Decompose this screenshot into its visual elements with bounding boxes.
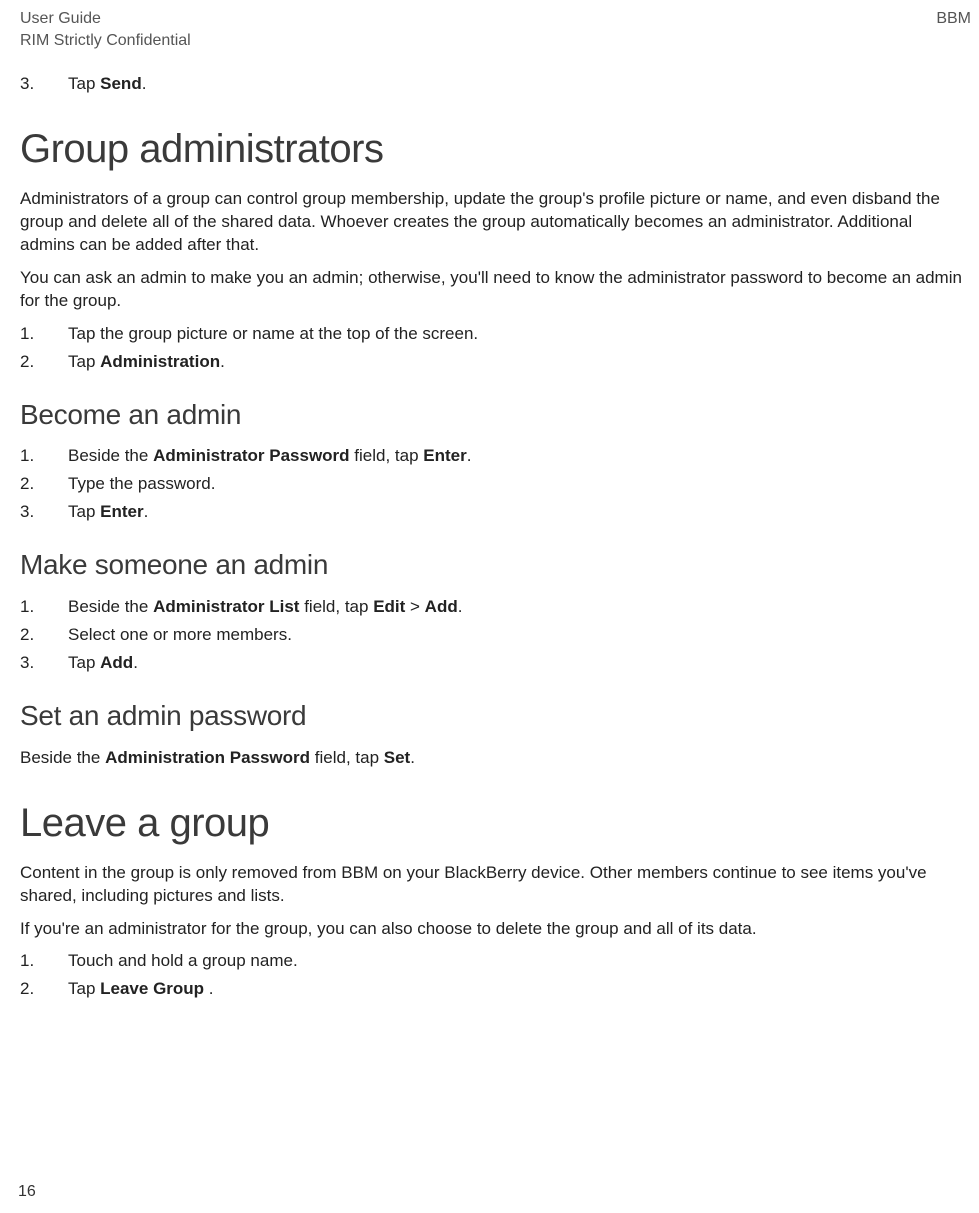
step-bold: Enter [100, 502, 143, 521]
step-bold-2: Edit [373, 597, 405, 616]
step-number: 1. [20, 445, 46, 468]
header-guide: User Guide [20, 8, 191, 30]
section2-step-1: 1. Beside the Administrator Password fie… [20, 445, 971, 468]
page-number: 16 [18, 1181, 36, 1203]
para-suffix: . [410, 748, 415, 767]
step-text-prefix: Tap [68, 979, 100, 998]
step-text-prefix: Tap [68, 74, 100, 93]
step-number: 2. [20, 624, 46, 647]
section5-para2: If you're an administrator for the group… [20, 918, 971, 941]
step-text-suffix: . [142, 74, 147, 93]
section-title-become-admin: Become an admin [20, 396, 971, 434]
para-bold-2: Set [384, 748, 410, 767]
step-text-mid1: field, tap [299, 597, 373, 616]
section5-para1: Content in the group is only removed fro… [20, 862, 971, 908]
step-bold-1: Administrator Password [153, 446, 350, 465]
section3-step-1: 1. Beside the Administrator List field, … [20, 596, 971, 619]
section-title-make-admin: Make someone an admin [20, 546, 971, 584]
step-text-suffix: . [458, 597, 463, 616]
step-number: 3. [20, 73, 46, 96]
section3-step-3: 3. Tap Add. [20, 652, 971, 675]
step-text-prefix: Tap [68, 352, 100, 371]
section1-para2: You can ask an admin to make you an admi… [20, 267, 971, 313]
step-number: 1. [20, 950, 46, 973]
section3-step-2: 2. Select one or more members. [20, 624, 971, 647]
step-text: Type the password. [68, 474, 215, 493]
section3-steps: 1. Beside the Administrator List field, … [20, 596, 971, 675]
para-bold-1: Administration Password [105, 748, 310, 767]
step-number: 3. [20, 501, 46, 524]
step-text: Select one or more members. [68, 625, 292, 644]
section-title-leave-group: Leave a group [20, 796, 971, 850]
section-title-group-administrators: Group administrators [20, 122, 971, 176]
section4-para: Beside the Administration Password field… [20, 747, 971, 770]
step-number: 1. [20, 323, 46, 346]
section2-step-3: 3. Tap Enter. [20, 501, 971, 524]
section-title-set-password: Set an admin password [20, 697, 971, 735]
para-prefix: Beside the [20, 748, 105, 767]
step-text-suffix: . [133, 653, 138, 672]
section5-steps: 1. Touch and hold a group name. 2. Tap L… [20, 950, 971, 1001]
section5-step-1: 1. Touch and hold a group name. [20, 950, 971, 973]
section1-para1: Administrators of a group can control gr… [20, 188, 971, 257]
step-text: Touch and hold a group name. [68, 951, 298, 970]
step-text-mid: field, tap [350, 446, 424, 465]
section2-steps: 1. Beside the Administrator Password fie… [20, 445, 971, 524]
step-sep: > [405, 597, 424, 616]
step-number: 2. [20, 473, 46, 496]
step-bold-2: Enter [423, 446, 466, 465]
step-text-prefix: Tap [68, 502, 100, 521]
step-number: 2. [20, 978, 46, 1001]
step-bold-1: Administrator List [153, 597, 299, 616]
section1-step-2: 2. Tap Administration. [20, 351, 971, 374]
step-number: 1. [20, 596, 46, 619]
step-bold-3: Add [425, 597, 458, 616]
step-number: 3. [20, 652, 46, 675]
step-number: 2. [20, 351, 46, 374]
intro-step-3: 3. Tap Send. [20, 73, 971, 96]
step-text-suffix: . [209, 979, 214, 998]
section1-steps: 1. Tap the group picture or name at the … [20, 323, 971, 374]
header-product: BBM [936, 8, 971, 30]
section1-step-1: 1. Tap the group picture or name at the … [20, 323, 971, 346]
header-confidential: RIM Strictly Confidential [20, 30, 191, 52]
step-text-prefix: Beside the [68, 446, 153, 465]
intro-steps: 3. Tap Send. [20, 73, 971, 96]
step-text-prefix: Tap [68, 653, 100, 672]
step-text-suffix: . [220, 352, 225, 371]
step-text: Tap the group picture or name at the top… [68, 324, 478, 343]
step-bold: Leave Group [100, 979, 209, 998]
step-text-prefix: Beside the [68, 597, 153, 616]
page-header: User Guide RIM Strictly Confidential BBM [20, 8, 971, 51]
section2-step-2: 2. Type the password. [20, 473, 971, 496]
section5-step-2: 2. Tap Leave Group . [20, 978, 971, 1001]
step-bold: Add [100, 653, 133, 672]
para-mid: field, tap [310, 748, 384, 767]
step-bold: Send [100, 74, 142, 93]
step-bold: Administration [100, 352, 220, 371]
step-text-suffix: . [144, 502, 149, 521]
step-text-suffix: . [467, 446, 472, 465]
